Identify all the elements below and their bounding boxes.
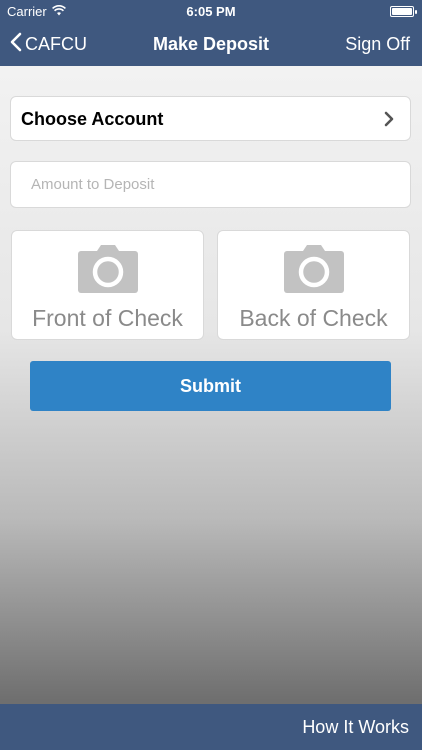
sign-off-button[interactable]: Sign Off xyxy=(345,34,410,55)
camera-icon xyxy=(284,245,344,298)
submit-button[interactable]: Submit xyxy=(30,361,391,411)
front-of-check-button[interactable]: Front of Check xyxy=(11,230,204,340)
back-of-check-button[interactable]: Back of Check xyxy=(217,230,410,340)
status-bar: Carrier 6:05 PM xyxy=(0,0,422,22)
chevron-right-icon xyxy=(384,111,394,132)
amount-field[interactable] xyxy=(10,161,411,208)
choose-account-label: Choose Account xyxy=(21,109,164,129)
how-it-works-button[interactable]: How It Works xyxy=(302,717,409,738)
navigation-bar: CAFCU Make Deposit Sign Off xyxy=(0,22,422,66)
battery-icon xyxy=(390,6,417,17)
amount-input[interactable] xyxy=(11,162,410,207)
bottom-bar: How It Works xyxy=(0,704,422,750)
camera-icon xyxy=(78,245,138,298)
battery-fill xyxy=(392,8,412,15)
status-time: 6:05 PM xyxy=(186,4,236,19)
choose-account-row[interactable]: Choose Account xyxy=(10,96,411,141)
front-of-check-label: Front of Check xyxy=(32,305,183,331)
top-bar: Carrier 6:05 PM CAFCU Make Deposit Sign … xyxy=(0,0,422,66)
back-of-check-label: Back of Check xyxy=(239,305,388,331)
